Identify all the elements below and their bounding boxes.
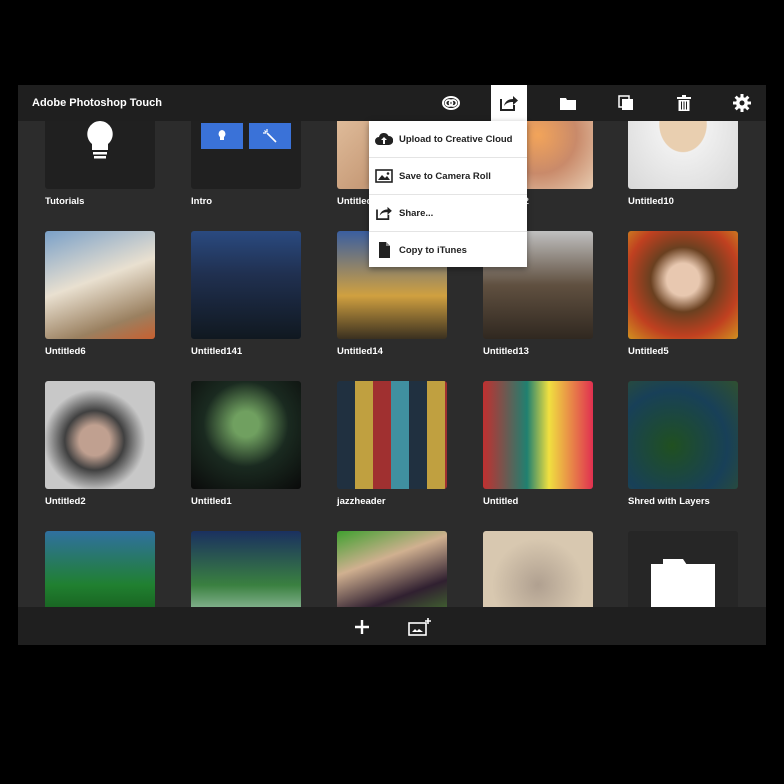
menu-item-label: Upload to Creative Cloud <box>399 133 513 145</box>
project-label: Untitled14 <box>337 346 383 357</box>
project-tile[interactable]: Tutorials <box>45 121 155 207</box>
creative-cloud-button[interactable] <box>433 85 469 121</box>
project-tile[interactable]: Untitled5 <box>628 231 738 357</box>
project-thumbnail <box>483 531 593 607</box>
menu-item-label: Copy to iTunes <box>399 244 467 256</box>
share-menu: Upload to Creative Cloud Save to Camera … <box>369 121 527 267</box>
project-thumbnail <box>628 121 738 189</box>
menu-item-save-camera-roll[interactable]: Save to Camera Roll <box>369 158 527 195</box>
project-label: Untitled6 <box>45 346 86 357</box>
project-thumbnail <box>191 381 301 489</box>
lightbulb-icon <box>87 121 113 159</box>
project-thumbnail <box>337 531 447 607</box>
project-thumbnail <box>191 531 301 607</box>
folder-icon <box>651 559 715 607</box>
project-thumbnail <box>191 231 301 339</box>
project-label: Untitled5 <box>628 346 669 357</box>
project-tile[interactable]: Untitled1 <box>191 381 301 507</box>
project-tile[interactable]: Intro <box>191 121 301 207</box>
project-label: Untitled1 <box>191 496 232 507</box>
project-tile[interactable]: Untitled10 <box>628 121 738 207</box>
image-icon <box>375 169 393 183</box>
magic-wand-icon <box>249 123 291 149</box>
project-thumbnail <box>483 381 593 489</box>
project-thumbnail <box>191 121 301 189</box>
project-tile[interactable] <box>483 531 593 607</box>
project-tile[interactable]: Untitled6 <box>45 231 155 357</box>
project-tile[interactable] <box>191 531 301 607</box>
settings-button[interactable] <box>724 85 760 121</box>
project-label: Untitled2 <box>45 496 86 507</box>
project-tile[interactable]: Untitled141 <box>191 231 301 357</box>
gear-icon <box>733 94 751 112</box>
project-tile[interactable]: Shred with Layers <box>628 381 738 507</box>
cloud-upload-icon <box>375 132 393 145</box>
app-window: Adobe Photoshop Touch Tutorials Intro Unti… <box>18 85 766 645</box>
header-bar: Adobe Photoshop Touch <box>18 85 766 121</box>
project-tile[interactable] <box>45 531 155 607</box>
import-image-button[interactable] <box>408 615 432 639</box>
project-thumbnail <box>337 381 447 489</box>
tip-icon <box>201 123 243 149</box>
share-icon <box>500 96 518 111</box>
document-icon <box>379 242 390 258</box>
project-tile[interactable]: jazzheader <box>337 381 447 507</box>
add-icon <box>355 620 369 634</box>
project-tile[interactable]: Untitled2 <box>45 381 155 507</box>
project-tile[interactable] <box>337 531 447 607</box>
folder-icon <box>560 98 576 110</box>
project-thumbnail <box>45 381 155 489</box>
project-label: Tutorials <box>45 196 85 207</box>
project-label: Untitled13 <box>483 346 529 357</box>
menu-item-label: Share... <box>399 207 434 219</box>
project-label: jazzheader <box>337 496 386 507</box>
trash-icon <box>677 95 691 111</box>
project-tile[interactable]: Untitled <box>483 381 593 507</box>
add-image-icon <box>408 618 431 636</box>
duplicate-icon <box>618 95 633 110</box>
project-thumbnail <box>45 531 155 607</box>
menu-item-label: Save to Camera Roll <box>399 170 491 182</box>
creative-cloud-icon <box>442 96 460 110</box>
bottom-bar <box>18 607 766 645</box>
project-thumbnail <box>628 381 738 489</box>
menu-item-copy-itunes[interactable]: Copy to iTunes <box>369 232 527 268</box>
project-label: Untitled10 <box>628 196 674 207</box>
project-label: Untitled <box>483 496 519 507</box>
project-tile[interactable] <box>628 531 738 607</box>
folder-button[interactable] <box>550 85 586 121</box>
duplicate-button[interactable] <box>608 85 644 121</box>
project-thumbnail <box>628 231 738 339</box>
share-icon <box>376 206 392 220</box>
share-button[interactable] <box>491 85 527 121</box>
trash-button[interactable] <box>666 85 702 121</box>
project-thumbnail <box>45 231 155 339</box>
project-label: Intro <box>191 196 213 207</box>
project-label: Untitled141 <box>191 346 243 357</box>
app-title: Adobe Photoshop Touch <box>32 97 162 109</box>
project-thumbnail <box>45 121 155 189</box>
project-label: Shred with Layers <box>628 496 710 507</box>
menu-item-share[interactable]: Share... <box>369 195 527 232</box>
new-project-button[interactable] <box>350 615 374 639</box>
menu-item-upload-creative-cloud[interactable]: Upload to Creative Cloud <box>369 121 527 158</box>
project-thumbnail <box>628 531 738 607</box>
